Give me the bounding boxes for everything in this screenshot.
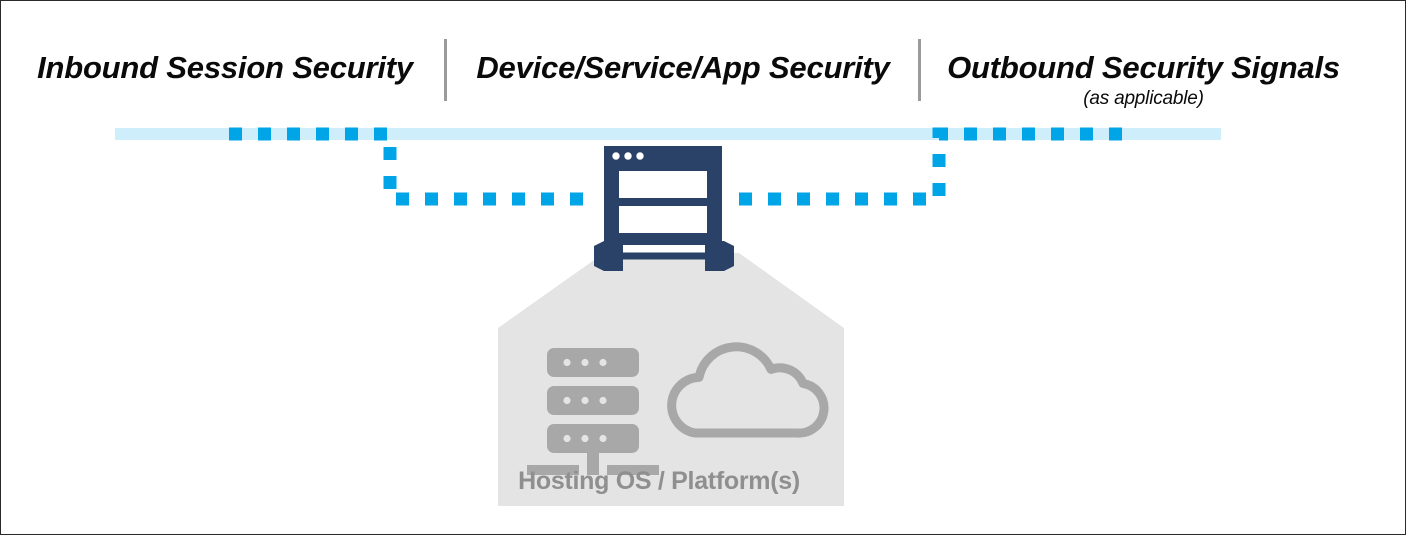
- network-rail: [115, 128, 1221, 140]
- session-path-left: [229, 127, 598, 206]
- window-panel-top: [619, 171, 707, 198]
- platform-label: Hosting OS / Platform(s): [518, 467, 800, 495]
- column-header-outbound: Outbound Security Signals (as applicable…: [936, 51, 1351, 111]
- bidirectional-app-platform-arrow: [594, 241, 734, 271]
- column-headers: Inbound Session Security Device/Service/…: [1, 1, 1405, 121]
- column-header-inbound: Inbound Session Security: [21, 51, 429, 87]
- column-header-outbound-label: Outbound Security Signals: [947, 50, 1340, 85]
- diagram-canvas: Inbound Session Security Device/Service/…: [0, 0, 1406, 535]
- column-divider-2: [918, 39, 921, 101]
- session-path-right: [739, 127, 1137, 206]
- column-header-inbound-label: Inbound Session Security: [37, 50, 413, 85]
- column-divider-1: [444, 39, 447, 101]
- column-header-device-label: Device/Service/App Security: [476, 50, 890, 85]
- window-titlebar-dots: [612, 152, 644, 160]
- column-header-device: Device/Service/App Security: [461, 51, 905, 87]
- column-header-outbound-sublabel: (as applicable): [1083, 88, 1204, 109]
- window-panel-bottom: [619, 206, 707, 233]
- application-window-icon[interactable]: [604, 146, 722, 245]
